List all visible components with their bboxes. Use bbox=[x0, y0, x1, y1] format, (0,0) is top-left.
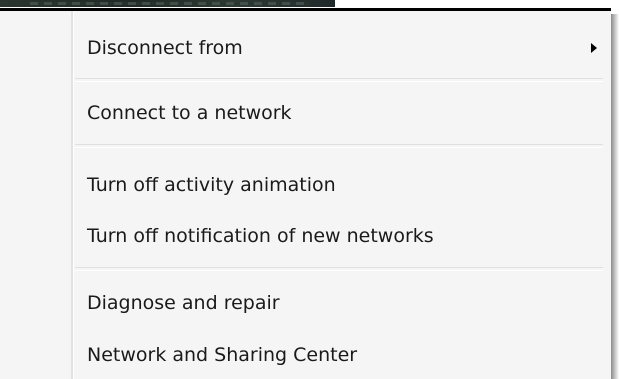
menu-item-label: Turn off activity animation bbox=[87, 174, 336, 196]
menu-gutter bbox=[71, 11, 74, 379]
menu-item-diagnose-and-repair[interactable]: Diagnose and repair bbox=[75, 283, 603, 323]
taskbar-strip bbox=[0, 0, 335, 7]
menu-item-label: Turn off notification of new networks bbox=[87, 225, 434, 247]
menu-item-label: Connect to a network bbox=[87, 102, 292, 124]
menu-separator bbox=[75, 144, 603, 148]
network-context-menu: Disconnect from Connect to a network Tur… bbox=[0, 8, 611, 379]
menu-item-label: Network and Sharing Center bbox=[87, 344, 358, 366]
menu-item-disconnect-from[interactable]: Disconnect from bbox=[75, 28, 603, 68]
menu-item-label: Disconnect from bbox=[87, 37, 243, 59]
menu-item-network-and-sharing-center[interactable]: Network and Sharing Center bbox=[75, 335, 603, 375]
menu-separator bbox=[75, 78, 603, 82]
menu-item-turn-off-activity-animation[interactable]: Turn off activity animation bbox=[75, 165, 603, 205]
menu-item-label: Diagnose and repair bbox=[87, 292, 280, 314]
menu-item-turn-off-notification[interactable]: Turn off notification of new networks bbox=[75, 216, 603, 256]
menu-separator bbox=[75, 267, 603, 271]
menu-shadow bbox=[611, 14, 619, 379]
menu-item-connect-to-network[interactable]: Connect to a network bbox=[75, 93, 603, 133]
submenu-arrow-icon bbox=[591, 43, 597, 53]
